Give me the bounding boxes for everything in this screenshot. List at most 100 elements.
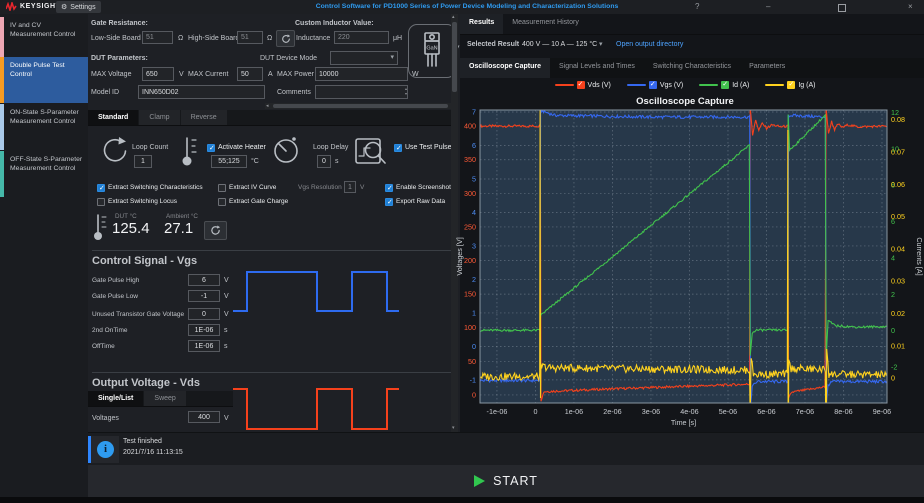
comments-input[interactable] <box>315 85 408 99</box>
tab-results[interactable]: Results <box>460 14 503 34</box>
svg-text:0: 0 <box>533 407 537 416</box>
tab-single-list[interactable]: Single/List <box>88 391 144 406</box>
subtab-switching-characteristics[interactable]: Switching Characteristics <box>644 58 740 78</box>
tab-sweep[interactable]: Sweep <box>144 391 186 406</box>
svg-text:Currents [A]: Currents [A] <box>915 237 924 275</box>
scrollbar-thumb[interactable] <box>452 22 457 92</box>
gate-pulse-low-label: Gate Pulse Low <box>92 293 138 300</box>
tab-reverse[interactable]: Reverse <box>181 110 228 125</box>
subtab-oscilloscope-capture[interactable]: Oscilloscope Capture <box>460 58 550 78</box>
voltages-input[interactable] <box>188 411 220 423</box>
tab-standard[interactable]: Standard <box>88 110 139 125</box>
refresh-resistance-button[interactable] <box>276 30 295 47</box>
scroll-left-icon[interactable]: ◂ <box>266 104 269 109</box>
use-test-pulse-checkbox[interactable] <box>394 144 402 152</box>
selected-result-value[interactable]: 400 V — 10 A — 125 °C <box>522 41 597 48</box>
sidebar-item-label: ON-State S-Parameter Measurement Control <box>10 109 79 125</box>
offtime-input[interactable] <box>188 340 220 352</box>
subtab-parameters[interactable]: Parameters <box>740 58 794 78</box>
extract-switching-locus-label: Extract Switching Locus <box>108 198 177 205</box>
refresh-temperature-button[interactable] <box>204 221 227 240</box>
close-button[interactable]: × <box>908 3 913 11</box>
gate-pulse-high-unit: V <box>224 277 229 284</box>
svg-text:400: 400 <box>464 122 476 131</box>
sidebar-item-double-pulse[interactable]: Double Pulse Test Control <box>0 57 88 103</box>
second-ontime-label: 2nd OnTime <box>92 327 128 334</box>
activate-heater-checkbox[interactable] <box>207 144 215 152</box>
svg-text:8e-06: 8e-06 <box>834 407 852 416</box>
legend-vds-checkbox[interactable] <box>577 81 585 89</box>
dut-parameters-heading: DUT Parameters: <box>91 55 148 62</box>
heater-setpoint-input[interactable] <box>211 155 247 168</box>
gate-pulse-low-input[interactable] <box>188 290 220 302</box>
extract-switching-characteristics-checkbox[interactable] <box>97 184 105 192</box>
sidebar-item-label: OFF-State S-Parameter Measurement Contro… <box>10 156 82 172</box>
sidebar-item-on-state[interactable]: ON-State S-Parameter Measurement Control <box>0 104 88 150</box>
enable-screenshots-checkbox[interactable] <box>385 184 393 192</box>
svg-text:0.04: 0.04 <box>891 244 905 253</box>
vgs-resolution-unit: V <box>360 184 364 191</box>
legend-vgs-checkbox[interactable] <box>649 81 657 89</box>
tab-clamp[interactable]: Clamp <box>139 110 180 125</box>
voltages-label: Voltages <box>92 415 119 422</box>
max-voltage-input[interactable] <box>142 67 174 81</box>
gate-pulse-high-input[interactable] <box>188 274 220 286</box>
app-title: Control Software for PD1000 Series of Po… <box>252 3 682 10</box>
offtime-unit: s <box>224 343 228 350</box>
svg-text:0: 0 <box>472 342 476 351</box>
legend-line-swatch <box>765 84 784 87</box>
start-button[interactable]: START <box>474 474 538 488</box>
play-icon <box>474 475 485 487</box>
log-entry-icon-box[interactable]: i <box>91 436 119 463</box>
scroll-up-icon[interactable]: ▴ <box>452 15 455 20</box>
legend-line-swatch <box>627 84 646 87</box>
settings-button[interactable]: ⚙ Settings <box>56 1 101 13</box>
dut-device-mode-dropdown[interactable]: ▾ <box>330 51 398 65</box>
open-output-directory-link[interactable]: Open output directory <box>616 41 683 48</box>
refresh-icon <box>210 225 221 236</box>
extract-gate-charge-label: Extract Gate Charge <box>229 198 288 205</box>
second-ontime-unit: s <box>224 327 228 334</box>
maximize-button[interactable] <box>838 4 846 12</box>
selected-result-chevron-icon[interactable]: ▾ <box>599 40 603 48</box>
form-horizontal-scrollbar[interactable]: ◂ ▸ <box>265 103 458 109</box>
svg-text:4e-06: 4e-06 <box>680 407 698 416</box>
export-raw-data-checkbox[interactable] <box>385 198 393 206</box>
extract-gate-charge-checkbox[interactable] <box>218 198 226 206</box>
max-current-input[interactable] <box>237 67 263 81</box>
extract-switching-characteristics-label: Extract Switching Characteristics <box>108 184 203 191</box>
vgs-resolution-input[interactable] <box>344 181 356 193</box>
loop-delay-input[interactable] <box>317 155 331 168</box>
spinner-down-icon[interactable]: ▾ <box>405 92 407 96</box>
device-package-panel[interactable]: GaN <box>408 24 456 78</box>
svg-text:0.05: 0.05 <box>891 212 905 221</box>
unused-gate-voltage-label: Unused Transistor Gate Voltage <box>92 311 184 318</box>
sidebar-item-iv-cv[interactable]: IV and CV Measurement Control <box>0 17 88 57</box>
subtab-signal-levels[interactable]: Signal Levels and Times <box>550 58 644 78</box>
scrollbar-thumb[interactable] <box>273 104 448 108</box>
legend-line-swatch <box>699 84 718 87</box>
legend-id-checkbox[interactable] <box>721 81 729 89</box>
tab-measurement-history[interactable]: Measurement History <box>503 14 588 34</box>
high-side-board-input[interactable] <box>237 31 263 44</box>
help-button[interactable]: ? <box>695 3 699 11</box>
svg-text:-2: -2 <box>891 363 897 372</box>
dut-temp-label: DUT °C <box>115 213 137 220</box>
legend-item-vgs: Vgs (V) <box>627 81 683 89</box>
extract-switching-locus-checkbox[interactable] <box>97 198 105 206</box>
ambient-temp-value: 27.1 <box>164 220 193 237</box>
legend-line-swatch <box>555 84 574 87</box>
extract-iv-curve-checkbox[interactable] <box>218 184 226 192</box>
legend-ig-checkbox[interactable] <box>787 81 795 89</box>
loop-count-input[interactable] <box>134 155 152 168</box>
svg-text:4: 4 <box>472 208 476 217</box>
max-power-input[interactable] <box>315 67 408 81</box>
low-side-board-input[interactable] <box>142 31 173 44</box>
unused-gate-voltage-input[interactable] <box>188 308 220 320</box>
minimize-button[interactable]: – <box>766 3 770 11</box>
model-id-input[interactable] <box>138 85 265 99</box>
second-ontime-input[interactable] <box>188 324 220 336</box>
sidebar-item-off-state[interactable]: OFF-State S-Parameter Measurement Contro… <box>0 151 88 197</box>
inductance-input[interactable] <box>334 31 389 44</box>
control-signal-title: Control Signal - Vgs <box>92 255 197 267</box>
